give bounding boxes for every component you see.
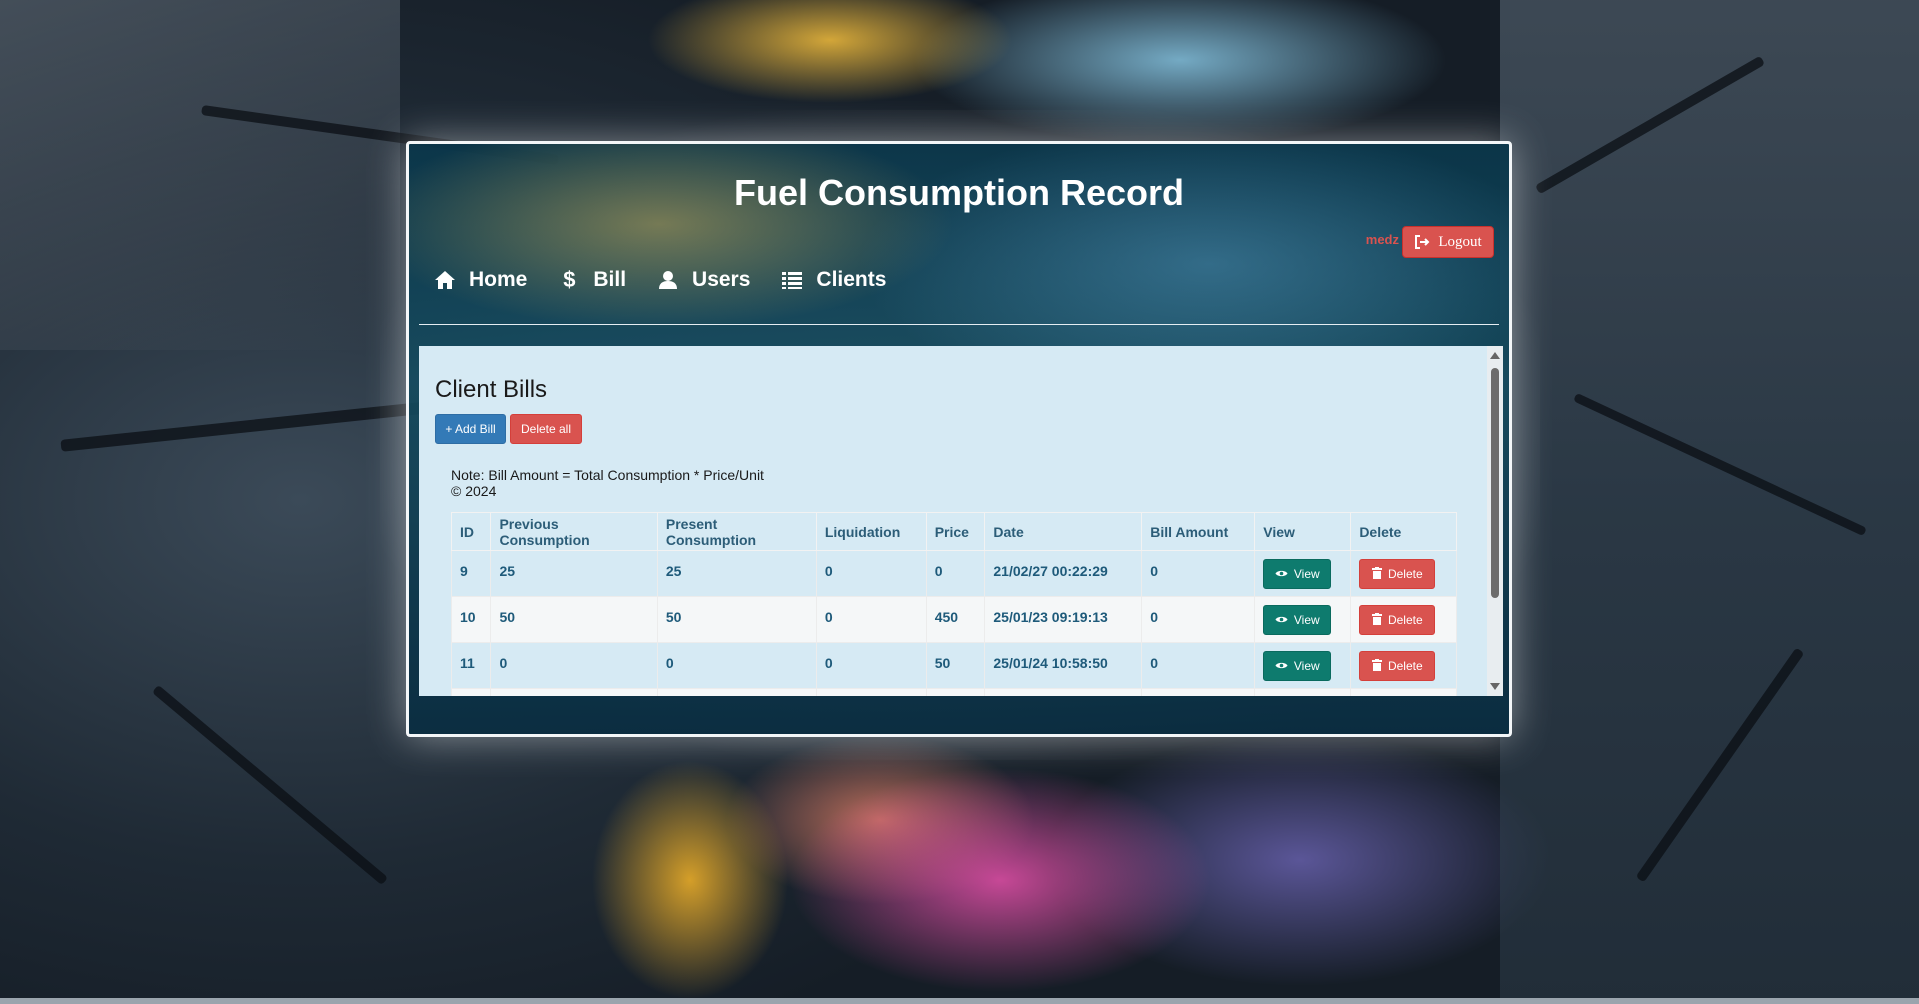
page-title: Fuel Consumption Record [734,172,1184,213]
cell-view: View [1254,550,1352,597]
cell-price: 0 [925,550,986,597]
cell-amount: 0 [1141,642,1256,689]
list-icon [780,268,804,292]
cell-date: 21/02/27 00:22:29 [984,550,1143,597]
nav-item-home[interactable]: Home [433,268,527,292]
cell-present: 0 [656,642,817,689]
cell-price: 450 [925,596,986,643]
eye-icon [1275,567,1288,581]
cell-date: 25/01/24 10:58:50 [984,642,1143,689]
main-panel: Fuel Consumption Record medz Logout Home… [406,141,1512,737]
table-row: 11 0 0 0 50 25/01/24 10:58:50 0 View Del… [450,642,1457,689]
cell-id: 10 [450,596,492,643]
column-header-previous: Previous Consumption [490,512,658,551]
background-crack [151,684,389,886]
nav-item-clients[interactable]: Clients [780,268,886,292]
column-header-delete: Delete [1350,512,1457,551]
cell-id: 11 [450,642,492,689]
delete-label: Delete [1387,567,1423,581]
cell-present: 50 [656,596,817,643]
cell-delete: Delete [1350,550,1457,597]
view-label: View [1293,613,1320,627]
cell-liquidation: 0 [815,596,927,643]
view-label: View [1293,659,1320,673]
delete-label: Delete [1387,659,1423,673]
delete-button[interactable]: Delete [1359,559,1436,589]
cell-present: 25 [656,550,817,597]
column-header-id: ID [450,512,492,551]
view-button[interactable]: View [1263,651,1332,681]
nav-label-bill: Bill [593,268,627,291]
cell-liquidation: 0 [815,550,927,597]
scroll-thumb[interactable] [1491,368,1499,598]
cell-price: 50 [925,642,986,689]
window-bottom-edge [0,998,1919,1004]
cell-liquidation: 0 [815,642,927,689]
section-title: Client Bills [435,376,548,403]
cell-date: 25/01/23 09:19:13 [984,596,1143,643]
eye-icon [1275,613,1288,627]
column-header-date: Date [984,512,1143,551]
view-button[interactable]: View [1263,605,1332,635]
header-divider [419,324,1499,325]
cell-previous: 50 [490,596,658,643]
column-header-bill-amount: Bill Amount [1141,512,1256,551]
cell-view: View [1254,642,1352,689]
logout-icon [1414,234,1430,250]
nav-label-clients: Clients [816,268,887,291]
add-bill-button[interactable]: + Add Bill [435,414,506,444]
scroll-up-icon[interactable] [1490,352,1500,359]
logout-label: Logout [1438,233,1482,250]
table-row-partial [450,688,1457,696]
table-row: 9 25 25 0 0 21/02/27 00:22:29 0 View Del… [450,550,1457,597]
delete-label: Delete [1387,613,1423,627]
bills-table: ID Previous Consumption Present Consumpt… [450,512,1457,696]
trash-icon [1371,658,1382,674]
view-button[interactable]: View [1263,559,1332,589]
cell-previous: 25 [490,550,658,597]
nav-label-users: Users [692,268,751,291]
main-nav: Home $ Bill Users Clients [433,267,886,292]
logout-button[interactable]: Logout [1402,226,1494,258]
background-texture-right [1500,0,1919,1004]
nav-label-home: Home [469,268,528,291]
cell-amount: 0 [1141,596,1256,643]
trash-icon [1371,612,1382,628]
copyright-text: © 2024 [451,483,497,499]
delete-all-button[interactable]: Delete all [510,414,582,444]
delete-button[interactable]: Delete [1359,651,1436,681]
cell-delete: Delete [1350,642,1457,689]
user-icon [656,268,680,292]
scroll-down-icon[interactable] [1490,683,1500,690]
nav-item-bill[interactable]: $ Bill [557,267,627,292]
note-text: Note: Bill Amount = Total Consumption * … [451,467,764,483]
column-header-view: View [1254,512,1352,551]
column-header-price: Price [925,512,986,551]
column-header-present: Present Consumption [656,512,817,551]
cell-view: View [1254,596,1352,643]
home-icon [433,268,457,292]
background-texture-left [0,0,400,350]
cell-delete: Delete [1350,596,1457,643]
cell-amount: 0 [1141,550,1256,597]
trash-icon [1371,566,1382,582]
table-header-row: ID Previous Consumption Present Consumpt… [450,512,1457,551]
eye-icon [1275,659,1288,673]
cell-previous: 0 [490,642,658,689]
content-scrollbar[interactable] [1487,346,1503,696]
username-label: medz [1365,232,1399,247]
content-area: Client Bills + Add Bill Delete all Note:… [419,346,1503,696]
view-label: View [1293,567,1320,581]
cell-id: 9 [450,550,492,597]
column-header-liquidation: Liquidation [815,512,927,551]
delete-button[interactable]: Delete [1359,605,1436,635]
nav-item-users[interactable]: Users [656,268,750,292]
dollar-icon: $ [563,267,576,292]
note-block: Note: Bill Amount = Total Consumption * … [451,467,764,499]
table-row: 10 50 50 0 450 25/01/23 09:19:13 0 View [450,596,1457,643]
